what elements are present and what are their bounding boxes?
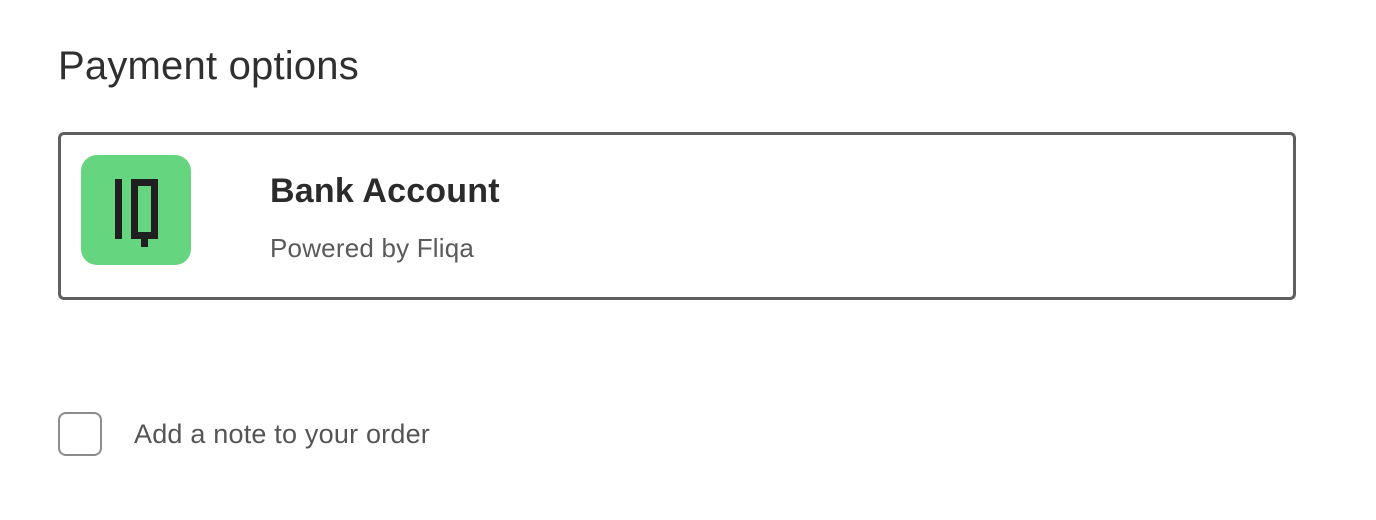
page-title: Payment options <box>58 44 359 88</box>
payment-option-subtitle: Powered by Fliqa <box>270 233 475 263</box>
fliqa-logo-icon <box>81 155 191 265</box>
payment-option-title: Bank Account <box>270 172 500 210</box>
add-note-label[interactable]: Add a note to your order <box>134 419 430 450</box>
bank-account-payment-option[interactable]: Bank Account Powered by Fliqa <box>58 132 1296 300</box>
add-note-row[interactable]: Add a note to your order <box>58 410 430 458</box>
add-note-checkbox[interactable] <box>58 412 102 456</box>
